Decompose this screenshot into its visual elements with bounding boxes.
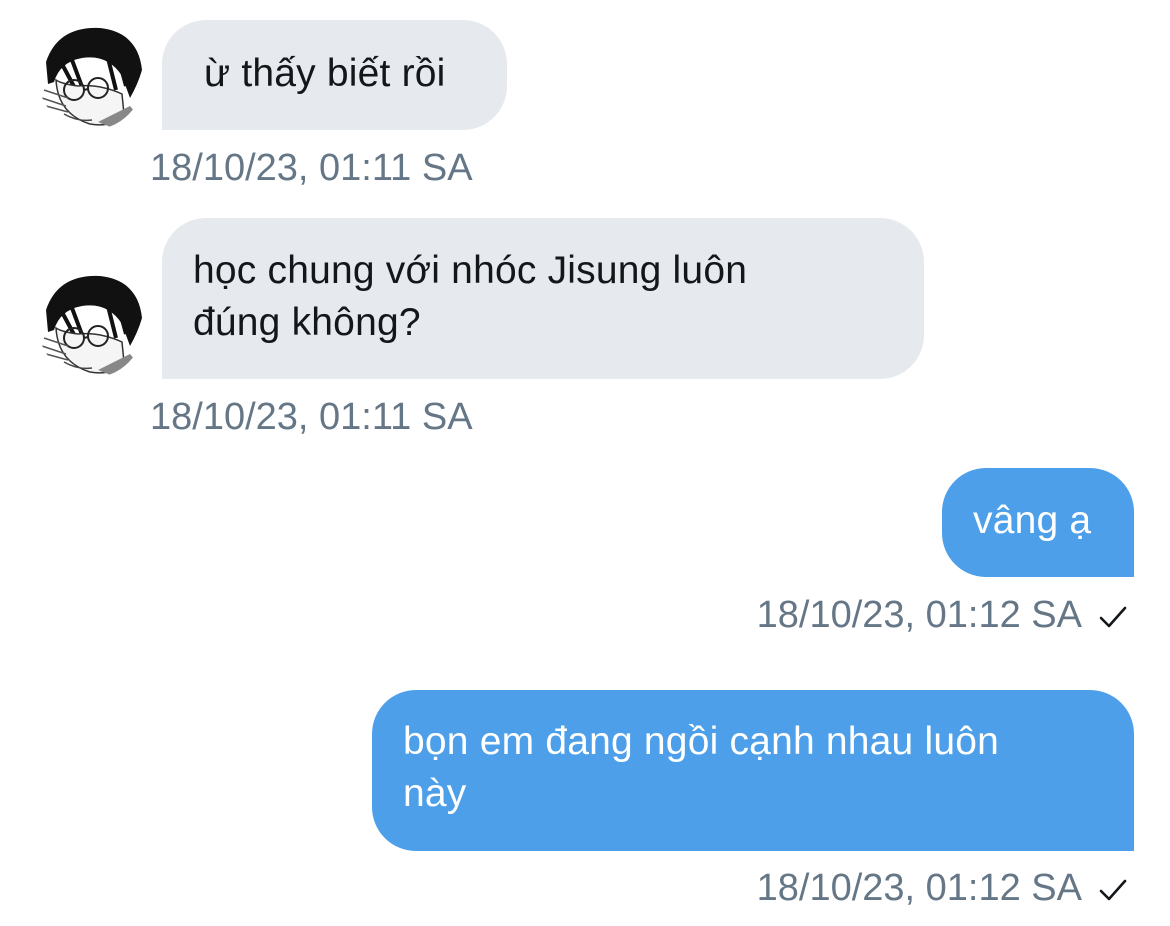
message-timestamp: 18/10/23, 01:11 SA — [150, 147, 473, 189]
message-timestamp-row: 18/10/23, 01:12 SA — [757, 866, 1128, 910]
message-timestamp-row: 18/10/23, 01:12 SA — [757, 593, 1128, 637]
outgoing-message-bubble[interactable]: bọn em đang ngồi cạnh nhau luôn này — [372, 690, 1134, 851]
incoming-message-bubble[interactable]: học chung với nhóc Jisung luôn đúng khôn… — [162, 218, 924, 379]
message-text-line: đúng không? — [193, 301, 421, 344]
checkmark-icon — [1099, 879, 1127, 901]
message-text-line: học chung với nhóc Jisung luôn — [193, 249, 748, 292]
message-timestamp: 18/10/23, 01:12 SA — [756, 594, 1082, 636]
message-timestamp: 18/10/23, 01:11 SA — [150, 396, 473, 438]
checkmark-icon — [1099, 606, 1127, 628]
message-text-line: bọn em đang ngồi cạnh nhau luôn — [403, 720, 1000, 763]
message-text: vâng ạ — [973, 499, 1092, 542]
contact-avatar-icon[interactable] — [38, 24, 144, 130]
incoming-message-bubble[interactable]: ừ thấy biết rồi — [162, 20, 507, 130]
outgoing-message-bubble[interactable]: vâng ạ — [942, 468, 1134, 577]
contact-avatar-icon[interactable] — [38, 272, 144, 378]
message-timestamp: 18/10/23, 01:12 SA — [756, 867, 1082, 909]
message-text-line: này — [403, 772, 467, 815]
message-text: ừ thấy biết rồi — [204, 52, 446, 95]
